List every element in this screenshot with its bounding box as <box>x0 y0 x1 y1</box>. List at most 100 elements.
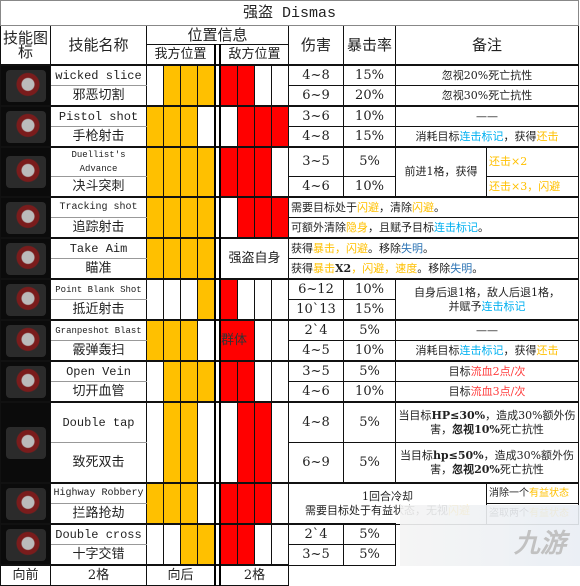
title-text: 强盗 Dismas <box>242 5 336 22</box>
duellists-advance-icon-art <box>5 156 46 188</box>
note-segment: 。 <box>472 261 484 275</box>
pistol-shot-icon-art <box>5 110 46 143</box>
my-position-slot-4 <box>197 482 216 525</box>
enemy-position-slot-1 <box>219 278 238 321</box>
note-segment: 1回合冷却 <box>362 489 413 503</box>
enemy-position-slot-1 <box>219 105 238 148</box>
crit-value: 5% <box>343 319 396 341</box>
skill-row: Tracking shot 需要目标处于闪避，清除闪避。 <box>0 196 579 239</box>
damage-value: 4~5 <box>288 340 344 362</box>
note-segment: 目标 <box>448 364 471 378</box>
enemy-position-slot-4 <box>271 523 289 566</box>
header-damage: 伤害 <box>288 25 344 66</box>
open-vein-icon <box>0 360 51 403</box>
note-segment: 死亡抗性 <box>499 422 544 436</box>
note-segment: X2 <box>335 261 352 275</box>
duellists-advance-icon <box>0 146 51 198</box>
note-segment: 消耗目标 <box>415 343 460 357</box>
my-position-slot-4 <box>197 523 216 566</box>
note-segment: 当目标 <box>399 448 433 462</box>
my-position-slot-2 <box>163 401 181 484</box>
my-position-slot-3 <box>180 360 198 403</box>
skill-row-sub: 手枪射击 4~8 15% 消耗目标连击标记，获得还击 <box>1 126 579 148</box>
skill-note: 目标流血2点/次 <box>395 360 579 382</box>
skill-row: Double tap 4~8 5% 当目标HP≤30%，造成30%额外伤害，忽视10%… <box>0 401 579 484</box>
skill-name-zh: 拦路抢劫 <box>50 503 147 525</box>
note-segment: 消耗目标 <box>415 129 460 143</box>
crit-value: 10% <box>343 105 396 127</box>
my-position-slot-4 <box>197 105 216 148</box>
crit-value: 5% <box>343 442 396 484</box>
skill-name-en: Highway Robbery <box>50 482 147 504</box>
my-position-slot-2 <box>163 64 181 107</box>
skill-row-sub: 切开血管 4~6 10% 目标流血3点/次 <box>1 381 579 403</box>
note-segment: 暴击，闪避 <box>313 241 368 255</box>
my-position-slot-2 <box>163 360 181 403</box>
crit-value: 10% <box>343 278 396 300</box>
enemy-position-slot-4 <box>271 196 289 239</box>
note-segment: 当目标 <box>398 408 432 422</box>
skill-note: 需要目标处于闪避，清除闪避。 <box>288 196 579 218</box>
crit-value: 10% <box>343 381 396 403</box>
enemy-position-slot-3 <box>254 146 272 198</box>
skill-name-zh: 手枪射击 <box>50 126 147 148</box>
damage-value: 10`13 <box>288 299 344 321</box>
page-title: 强盗 Dismas <box>0 0 579 26</box>
skill-note: 消耗目标连击标记，获得还击 <box>395 340 579 362</box>
grapeshot-blast-icon <box>0 319 51 362</box>
enemy-position-self: 强盗自身 <box>219 237 289 280</box>
skill-name-zh: 切开血管 <box>50 381 147 403</box>
skill-name-zh: 十字交错 <box>50 544 147 566</box>
skill-table: 强盗 Dismas 技能图标 技能名称 位置信息 伤害 暴击率 备注 我方位置 … <box>0 0 579 586</box>
note-segment: 获得 <box>291 261 313 275</box>
point-blank-shot-icon-art <box>5 283 46 316</box>
skill-note-variant: 还击×2 <box>486 146 579 177</box>
enemy-position-slot-3 <box>254 523 272 566</box>
enemy-position-slot-2 <box>237 401 255 484</box>
take-aim-icon-art <box>5 242 46 275</box>
note-segment: 闪避 <box>412 200 434 214</box>
skill-note: 当目标hp≤50%，造成30%额外伤害，忽视20%死亡抗性 <box>395 442 579 484</box>
my-position-slot-4 <box>197 401 216 484</box>
note-segment: 忽视20% <box>452 462 500 476</box>
footer-back-count: 2格 <box>219 564 289 586</box>
my-position-slot-2 <box>163 278 181 321</box>
note-segment: 还击 <box>536 129 559 143</box>
skill-row: Take Aim 强盗自身 获得暴击，闪避。移除失明。 <box>0 237 579 280</box>
enemy-position-slot-4 <box>271 482 289 525</box>
enemy-position-slot-1 <box>219 360 238 403</box>
skill-row-sub: 邪恶切割 6~9 20% 忽视30%死亡抗性 <box>1 85 579 107</box>
enemy-position-slot-2 <box>237 146 255 198</box>
note-segment: 还击×3，闪避 <box>489 179 561 193</box>
enemy-position-group: 群体 <box>219 319 255 362</box>
skill-name-en: wicked slice <box>50 64 147 86</box>
my-position-slot-1 <box>146 278 164 321</box>
footer-row: 向前 2格 向后 2格 <box>0 564 579 586</box>
note-segment: ，获得 <box>503 129 537 143</box>
crit-value: 15% <box>343 126 396 148</box>
note-segment: ，闪避，速度 <box>351 261 418 275</box>
my-position-slot-2 <box>163 319 181 362</box>
crit-value: 5% <box>343 523 396 545</box>
skill-name-zh: 霰弹轰扫 <box>50 340 147 362</box>
damage-value: 4~8 <box>288 126 344 148</box>
skill-note: 获得暴击X2，闪避，速度。移除失明。 <box>288 258 579 280</box>
damage-value: 3~5 <box>288 360 344 382</box>
my-position-slot-4 <box>197 237 216 280</box>
footer-empty <box>288 565 579 586</box>
note-segment: 。移除 <box>368 241 401 255</box>
enemy-position-slot-1 <box>219 64 238 107</box>
skill-note-variant: 消除一个有益状态 <box>486 482 579 504</box>
skill-row-sub: 决斗突刺 4~6 10% 还击×3，闪避 <box>1 176 579 198</box>
enemy-position-slot-4 <box>271 146 289 198</box>
enemy-position-slot-2 <box>237 278 255 321</box>
enemy-position-slot-1 <box>219 523 238 566</box>
enemy-position-slot-4 <box>271 319 289 362</box>
skill-name-en: Tracking shot <box>50 196 147 218</box>
pistol-shot-icon <box>0 105 51 148</box>
my-position-slot-3 <box>180 196 198 239</box>
header-my-position: 我方位置 <box>146 44 216 66</box>
skill-row: Duellist's Advance 3~5 5% 前进1格，获得 还击×2 <box>0 146 579 198</box>
note-segment: 消除一个 <box>489 487 529 499</box>
my-position-slot-3 <box>180 146 198 198</box>
